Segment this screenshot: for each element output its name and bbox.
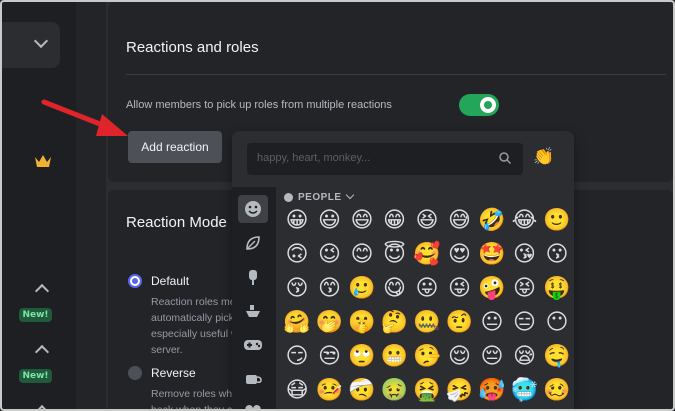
chevron-up-icon[interactable] (34, 344, 50, 360)
emoji-button[interactable]: 😪 (510, 342, 540, 372)
emoji-button[interactable]: 😆 (412, 206, 442, 236)
emoji-button[interactable]: 😃 (315, 206, 345, 236)
emoji-button[interactable]: 🥶 (510, 376, 540, 406)
emoji-button[interactable]: 😙 (315, 274, 345, 304)
default-desc-2: automatically pick (151, 312, 234, 324)
emoji-picker: happy, heart, monkey... 👏 PEOPLE 😀 😃 😄 😁… (232, 131, 574, 411)
emoji-button[interactable]: 🥵 (477, 376, 507, 406)
emoji-button[interactable]: 🤧 (445, 376, 475, 406)
category-label: PEOPLE (298, 192, 342, 203)
sidebar-top-item[interactable] (2, 22, 60, 68)
chevron-down-icon[interactable] (345, 190, 355, 200)
emoji-button[interactable]: 😅 (445, 206, 475, 236)
clap-emoji-icon[interactable]: 👏 (533, 147, 554, 167)
chevron-down-icon[interactable] (33, 33, 49, 49)
emoji-button[interactable]: 😐 (477, 308, 507, 338)
reverse-desc-2: back when they c (151, 404, 233, 411)
emoji-button[interactable]: 🤢 (380, 376, 410, 406)
emoji-button[interactable]: 🤪 (477, 274, 507, 304)
emoji-button[interactable]: 😔 (477, 342, 507, 372)
category-ship-icon[interactable] (238, 297, 268, 325)
emoji-button[interactable]: 😒 (315, 342, 345, 372)
reverse-radio[interactable] (128, 366, 142, 380)
emoji-button[interactable]: 🙄 (347, 342, 377, 372)
emoji-button[interactable]: 🤕 (347, 376, 377, 406)
emoji-category-bar (232, 187, 276, 411)
reverse-label: Reverse (151, 366, 196, 380)
crown-icon (35, 155, 51, 167)
emoji-button[interactable]: 🤩 (477, 240, 507, 270)
nav-column (76, 2, 106, 409)
emoji-button[interactable]: 😷 (282, 376, 312, 406)
sidebar: New! New! (2, 2, 76, 411)
emoji-button[interactable]: 😚 (282, 274, 312, 304)
emoji-button[interactable]: 😇 (380, 240, 410, 270)
emoji-button[interactable]: 😑 (510, 308, 540, 338)
emoji-button[interactable]: 🤨 (445, 308, 475, 338)
category-gamepad-icon[interactable] (238, 331, 268, 359)
emoji-button[interactable]: 🥰 (412, 240, 442, 270)
search-icon (499, 152, 511, 164)
default-desc-1: Reaction roles me (151, 296, 236, 308)
category-leaf-icon[interactable] (238, 229, 268, 257)
emoji-button[interactable]: 🤒 (315, 376, 345, 406)
emoji-grid: PEOPLE 😀 😃 😄 😁 😆 😅 🤣 😂 🙂 🙃 😉 😊 😇 🥰 😍 🤩 😘 😗 😚 😙 🥲 😋 😛 😜 🤪 😝 🤑 🤗 🤭 🤫 🤔 🤐 🤨… (276, 187, 574, 411)
emoji-button[interactable]: 😜 (445, 274, 475, 304)
emoji-button[interactable]: 😁 (380, 206, 410, 236)
emoji-button[interactable]: 😗 (542, 240, 572, 270)
new-badge: New! (19, 369, 52, 383)
emoji-button[interactable]: 🥴 (542, 376, 572, 406)
reverse-desc-1: Remove roles whe (151, 388, 238, 400)
emoji-button[interactable]: 😝 (510, 274, 540, 304)
default-desc-3: especially useful w (151, 328, 239, 340)
emoji-button[interactable]: 😛 (412, 274, 442, 304)
new-badge: New! (19, 308, 52, 322)
emoji-button[interactable]: 🙂 (542, 206, 572, 236)
add-reaction-button[interactable]: Add reaction (128, 131, 222, 163)
chevron-up-icon[interactable] (34, 283, 50, 299)
emoji-button[interactable]: 😬 (380, 342, 410, 372)
category-smiley-icon[interactable] (238, 195, 268, 223)
chevron-up-icon[interactable] (34, 404, 50, 411)
emoji-button[interactable]: 🥲 (347, 274, 377, 304)
emoji-button[interactable]: 😀 (282, 206, 312, 236)
search-placeholder: happy, heart, monkey... (257, 152, 371, 164)
emoji-button[interactable]: 😏 (282, 342, 312, 372)
emoji-button[interactable]: 🤐 (412, 308, 442, 338)
emoji-button[interactable]: 😊 (347, 240, 377, 270)
emoji-button[interactable]: 🤗 (282, 308, 312, 338)
emoji-button[interactable]: 🤑 (542, 274, 572, 304)
emoji-button[interactable]: 🤫 (347, 308, 377, 338)
section-title: Reactions and roles (126, 39, 259, 56)
emoji-search-input[interactable]: happy, heart, monkey... (247, 143, 523, 175)
category-cup-icon[interactable] (238, 365, 268, 393)
emoji-button[interactable]: 🤭 (315, 308, 345, 338)
default-desc-4: server. (151, 344, 183, 356)
emoji-button[interactable]: 🤔 (380, 308, 410, 338)
emoji-button[interactable]: 😉 (315, 240, 345, 270)
picker-header: happy, heart, monkey... 👏 (232, 131, 574, 187)
allow-multiple-text: Allow members to pick up roles from mult… (126, 99, 392, 111)
reaction-mode-title: Reaction Mode (126, 214, 227, 231)
people-category-icon (284, 193, 293, 202)
emoji-button[interactable]: 🤮 (412, 376, 442, 406)
emoji-button[interactable]: 😄 (347, 206, 377, 236)
allow-multiple-toggle[interactable] (459, 94, 499, 116)
category-popsicle-icon[interactable] (238, 263, 268, 291)
emoji-button[interactable]: 🙃 (282, 240, 312, 270)
emoji-button[interactable]: 😋 (380, 274, 410, 304)
emoji-button[interactable]: 🤤 (542, 342, 572, 372)
emoji-button[interactable]: 🤣 (477, 206, 507, 236)
category-heart-icon[interactable] (238, 397, 268, 411)
default-label: Default (151, 274, 190, 288)
emoji-button[interactable]: 😍 (445, 240, 475, 270)
divider (126, 74, 666, 75)
emoji-button[interactable]: 😶 (542, 308, 572, 338)
emoji-button[interactable]: 😌 (445, 342, 475, 372)
annotation-arrow-icon (41, 99, 128, 136)
emoji-button[interactable]: 😂 (510, 206, 540, 236)
emoji-button[interactable]: 🤥 (412, 342, 442, 372)
emoji-button[interactable]: 😘 (510, 240, 540, 270)
default-radio[interactable] (128, 274, 142, 288)
